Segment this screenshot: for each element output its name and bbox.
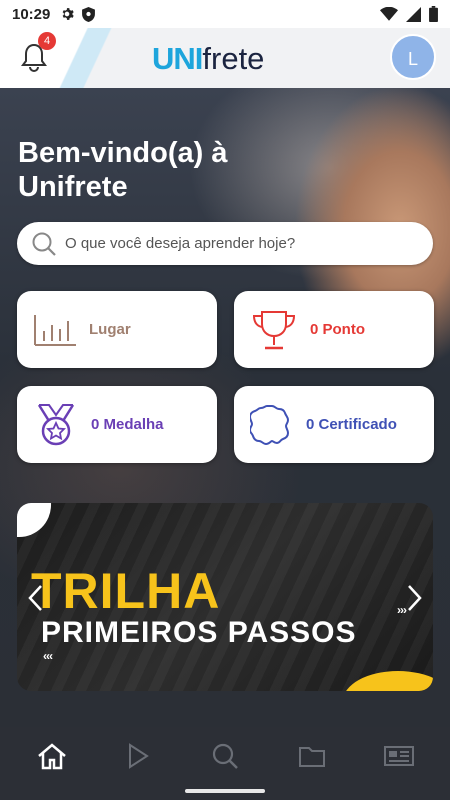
welcome-title: Bem-vindo(a) à Unifrete	[18, 136, 338, 204]
nav-home[interactable]	[35, 741, 69, 771]
logo-uni: UNI	[152, 41, 203, 76]
bar-chart-icon	[34, 314, 76, 346]
welcome-line1: Bem-vindo(a) à	[18, 137, 228, 169]
nav-play[interactable]	[121, 741, 155, 771]
trail-banner[interactable]: TRILHA PRIMEIROS PASSOS ››› ‹‹‹	[17, 503, 433, 691]
wifi-icon	[380, 7, 398, 21]
shield-icon	[82, 6, 96, 22]
place-card[interactable]: Lugar	[17, 291, 217, 368]
nav-search[interactable]	[208, 741, 242, 771]
banner-subtitle: PRIMEIROS PASSOS	[41, 616, 357, 649]
play-icon	[129, 743, 149, 769]
status-time: 10:29	[12, 5, 51, 23]
app-header: 4 UNI frete L	[0, 28, 450, 88]
certificate-icon	[250, 404, 290, 445]
search-icon	[212, 743, 238, 769]
medal-card[interactable]: 0 Medalha	[17, 386, 217, 463]
carousel-next-icon[interactable]	[403, 583, 425, 613]
bottom-nav	[0, 727, 450, 800]
points-card[interactable]: 0 Ponto	[234, 291, 434, 368]
nav-folder[interactable]	[295, 741, 329, 771]
welcome-line2: Unifrete	[18, 171, 128, 203]
certificate-label: 0 Certificado	[306, 416, 397, 433]
avatar[interactable]: L	[390, 34, 436, 80]
points-label: 0 Ponto	[310, 321, 365, 338]
news-icon	[384, 746, 414, 766]
banner-title: TRILHA	[31, 563, 221, 619]
place-label: Lugar	[89, 321, 131, 338]
notification-badge: 4	[38, 32, 56, 50]
status-bar: 10:29	[0, 0, 450, 28]
folder-icon	[299, 747, 325, 767]
settings-icon	[63, 8, 75, 20]
medal-icon	[37, 403, 75, 445]
medal-label: 0 Medalha	[91, 416, 164, 433]
trophy-icon	[252, 310, 296, 349]
banner-chevrons-left: ‹‹‹	[43, 649, 53, 663]
banner-white-shape	[17, 503, 51, 537]
gesture-bar	[185, 789, 265, 793]
certificate-card[interactable]: 0 Certificado	[234, 386, 434, 463]
search-bar[interactable]	[17, 222, 433, 265]
signal-icon	[406, 6, 421, 22]
battery-icon	[429, 6, 438, 22]
search-icon	[32, 232, 56, 256]
home-icon	[38, 743, 66, 770]
nav-news[interactable]	[382, 741, 416, 771]
banner-yellow-shape	[343, 671, 433, 691]
logo-frete: frete	[202, 41, 265, 76]
carousel-prev-icon[interactable]	[25, 583, 47, 613]
search-input[interactable]	[65, 235, 405, 252]
unifrete-logo: UNI frete	[152, 42, 264, 76]
